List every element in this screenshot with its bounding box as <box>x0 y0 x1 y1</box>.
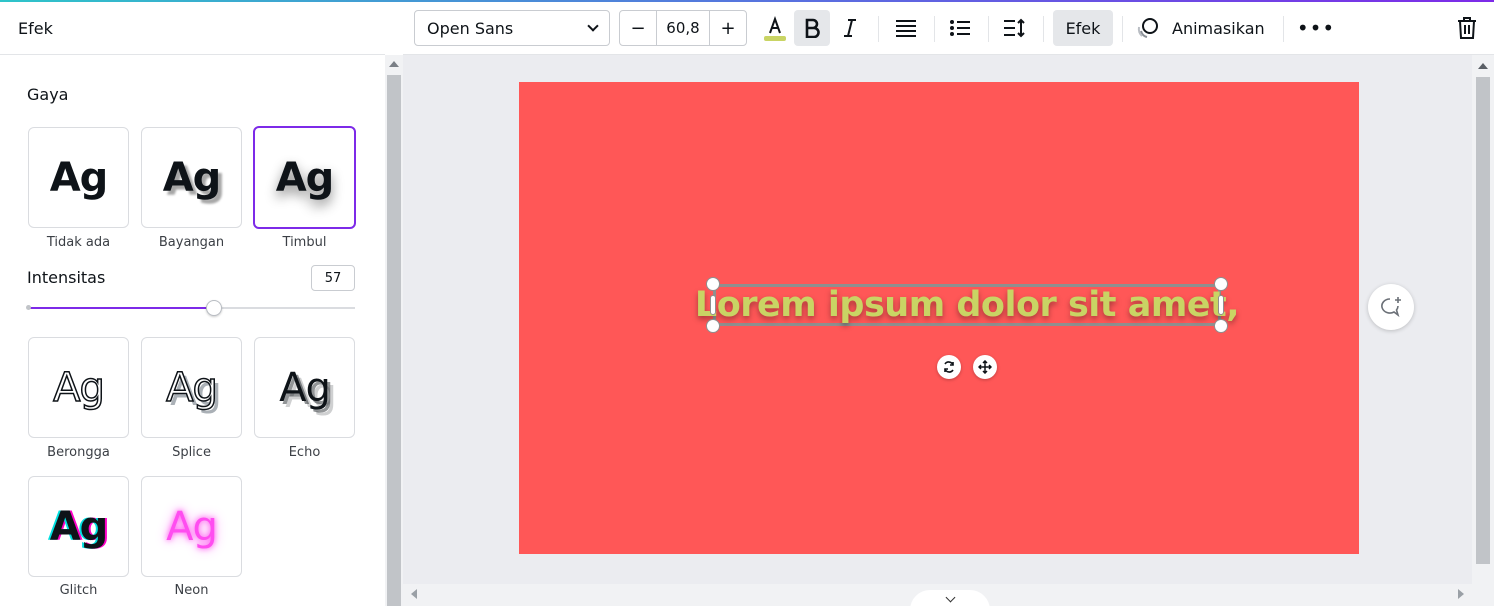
scroll-up-arrow-icon[interactable] <box>1478 63 1488 69</box>
chevron-down-icon <box>945 592 955 603</box>
style-card-bayangan[interactable]: Ag <box>141 127 242 228</box>
decrease-size-button[interactable]: − <box>620 11 656 45</box>
bold-button[interactable] <box>794 10 830 46</box>
effects-button[interactable]: Efek <box>1053 10 1113 46</box>
animate-icon <box>1137 18 1158 38</box>
canvas-scroll-thumb[interactable] <box>1476 77 1490 564</box>
bullet-list-icon <box>950 20 970 36</box>
style-card-timbul[interactable]: Ag <box>253 126 356 229</box>
line-spacing-icon <box>1004 18 1025 38</box>
toolbar-divider <box>1283 16 1284 42</box>
move-icon <box>978 360 992 374</box>
panel-title: Efek <box>0 2 385 55</box>
add-comment-button[interactable] <box>1368 284 1414 330</box>
spacing-button[interactable] <box>997 10 1033 46</box>
style-label-bayangan: Bayangan <box>158 235 225 250</box>
text-color-icon <box>764 16 786 41</box>
style-glitch-preview: Ag <box>49 503 109 550</box>
toolbar-divider <box>878 16 879 42</box>
intensity-slider[interactable] <box>26 300 355 316</box>
style-label-neon: Neon <box>174 583 209 598</box>
canvas-vertical-scrollbar[interactable] <box>1472 55 1494 606</box>
trash-icon <box>1458 17 1476 39</box>
scroll-up-arrow-icon[interactable] <box>389 61 399 67</box>
style-none-preview: Ag <box>49 154 109 201</box>
editor-toolbar: Open Sans − 60,8 + Efek Animasikan ••• <box>403 2 1494 55</box>
toolbar-divider <box>1043 16 1044 42</box>
comment-add-icon <box>1381 297 1401 318</box>
style-label-splice: Splice <box>172 445 211 460</box>
bold-icon <box>805 18 820 38</box>
style-label-berongga: Berongga <box>47 445 110 460</box>
font-size-stepper: − 60,8 + <box>619 10 747 46</box>
align-center-icon <box>896 20 916 37</box>
align-button[interactable] <box>888 10 924 46</box>
section-title-gaya: Gaya <box>27 85 69 104</box>
intensity-label: Intensitas <box>27 268 106 287</box>
style-label-glitch: Glitch <box>59 583 98 598</box>
scroll-left-arrow-icon[interactable] <box>411 589 417 599</box>
font-family-value: Open Sans <box>427 18 514 38</box>
selected-text-box[interactable]: Lorem ipsum dolor sit amet, <box>695 284 1240 326</box>
resize-handle-top-left[interactable] <box>706 277 720 291</box>
style-label-tidak-ada: Tidak ada <box>46 235 111 250</box>
style-card-splice[interactable]: Ag <box>141 337 242 438</box>
style-card-glitch[interactable]: Ag <box>28 476 129 577</box>
animate-button[interactable]: Animasikan <box>1136 10 1265 46</box>
style-card-berongga[interactable]: Ag <box>28 337 129 438</box>
font-size-input[interactable]: 60,8 <box>656 11 710 45</box>
toolbar-divider <box>1122 16 1123 42</box>
delete-button[interactable] <box>1449 10 1485 46</box>
list-button[interactable] <box>942 10 978 46</box>
style-shadow-preview: Ag <box>162 154 222 201</box>
style-splice-preview: Ag <box>165 364 218 412</box>
style-card-echo[interactable]: Ag <box>254 337 355 438</box>
chevron-down-icon <box>587 20 599 32</box>
slider-start-dot <box>26 305 31 310</box>
resize-handle-top-right[interactable] <box>1214 277 1228 291</box>
italic-icon <box>844 19 856 37</box>
rotate-button[interactable] <box>937 355 961 379</box>
slider-knob[interactable] <box>206 300 222 316</box>
style-lift-preview: Ag <box>275 154 335 201</box>
animate-label: Animasikan <box>1172 18 1265 38</box>
style-echo-preview: Ag <box>279 364 331 411</box>
design-canvas[interactable]: Lorem ipsum dolor sit amet, <box>519 82 1359 554</box>
italic-button[interactable] <box>832 10 868 46</box>
toolbar-divider <box>934 16 935 42</box>
style-label-timbul: Timbul <box>282 235 327 250</box>
canvas-text[interactable]: Lorem ipsum dolor sit amet, <box>695 285 1240 325</box>
rotate-icon <box>944 361 954 373</box>
toolbar-divider <box>988 16 989 42</box>
scroll-right-arrow-icon[interactable] <box>1458 589 1464 599</box>
move-button[interactable] <box>973 355 997 379</box>
resize-handle-right[interactable] <box>1218 295 1224 315</box>
increase-size-button[interactable]: + <box>710 11 746 45</box>
style-label-echo: Echo <box>288 445 321 460</box>
style-hollow-preview: Ag <box>52 364 105 412</box>
style-card-neon[interactable]: Ag <box>141 476 242 577</box>
style-card-tidak-ada[interactable]: Ag <box>28 127 129 228</box>
font-family-dropdown[interactable]: Open Sans <box>414 10 610 46</box>
style-neon-preview: Ag <box>166 503 218 550</box>
resize-handle-bottom-left[interactable] <box>706 319 720 333</box>
resize-handle-bottom-right[interactable] <box>1214 319 1228 333</box>
resize-handle-left[interactable] <box>710 295 716 315</box>
panel-scrollbar[interactable] <box>385 55 403 606</box>
panel-scroll-thumb[interactable] <box>387 75 401 606</box>
canvas-workspace: Lorem ipsum dolor sit amet, <box>403 55 1475 606</box>
slider-fill <box>27 307 214 309</box>
more-options-button[interactable]: ••• <box>1297 10 1334 46</box>
intensity-input[interactable]: 57 <box>311 265 355 291</box>
text-color-button[interactable] <box>757 10 793 46</box>
pages-drawer-toggle[interactable] <box>910 590 990 610</box>
